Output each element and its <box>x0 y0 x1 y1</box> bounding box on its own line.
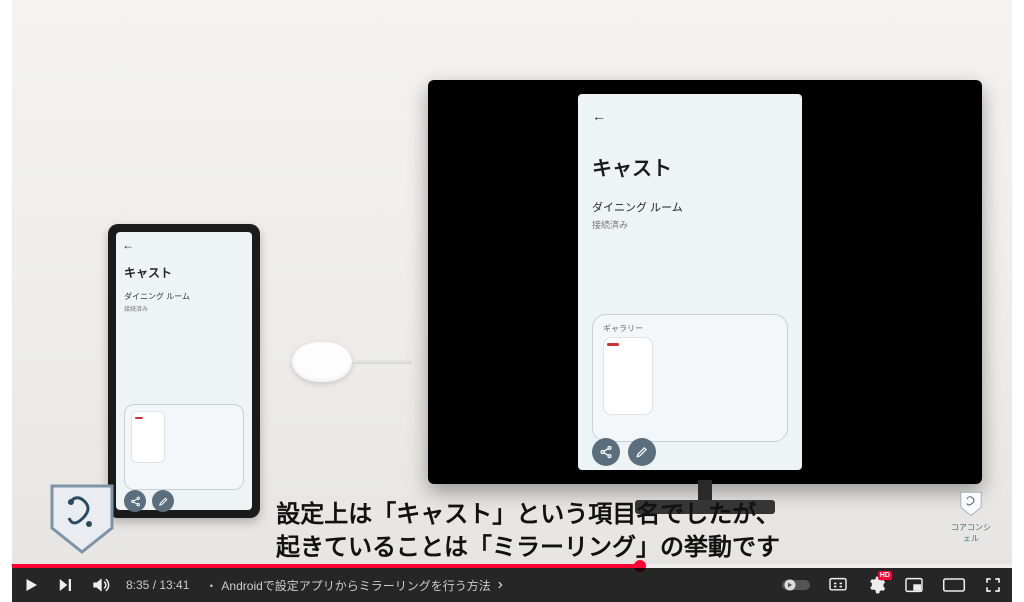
chapter-title: Androidで設定アプリからミラーリングを行う方法 <box>221 577 490 594</box>
tv-preview-card: ギャラリー <box>592 314 788 442</box>
caption-line-1: 設定上は「キャスト」という項目名でしたが、 <box>134 499 922 531</box>
brand-label: コアコンシェル <box>948 522 994 544</box>
tv-device-name: ダイニング ルーム <box>592 199 788 215</box>
video-player: ← キャスト ダイニング ルーム 接続済み <box>0 0 1024 602</box>
duration: 13:41 <box>159 578 189 592</box>
edit-icon <box>628 438 656 466</box>
brand-badge-right-icon <box>956 490 986 520</box>
volume-button[interactable] <box>90 575 110 595</box>
share-icon <box>592 438 620 466</box>
current-time: 8:35 <box>126 578 149 592</box>
settings-button[interactable]: HD <box>866 575 886 595</box>
tv-monitor: ← キャスト ダイニング ルーム 接続済み ギャラリー <box>428 80 982 484</box>
play-button[interactable] <box>22 576 40 594</box>
video-frame[interactable]: ← キャスト ダイニング ルーム 接続済み <box>12 0 1012 568</box>
tv-status: 接続済み <box>592 218 788 231</box>
phone-status: 接続済み <box>124 304 244 313</box>
player-controls: 8:35 / 13:41 ・ Androidで設定アプリからミラーリングを行う方… <box>12 568 1012 602</box>
back-arrow-icon: ← <box>592 108 788 124</box>
phone-screen: ← キャスト ダイニング ルーム 接続済み <box>116 232 252 510</box>
time-display: 8:35 / 13:41 <box>126 578 189 592</box>
hd-badge: HD <box>878 571 892 580</box>
miniplayer-button[interactable] <box>904 577 924 593</box>
brand-badge-right: コアコンシェル <box>948 490 994 544</box>
tv-card-label: ギャラリー <box>603 323 643 334</box>
tv-cast-title: キャスト <box>592 152 788 181</box>
theater-button[interactable] <box>942 577 966 593</box>
brand-badge-left-icon <box>46 478 118 558</box>
chapter-button[interactable]: ・ Androidで設定アプリからミラーリングを行う方法 <box>205 577 504 594</box>
chevron-right-icon <box>495 580 505 590</box>
phone-device-name: ダイニング ルーム <box>124 291 244 302</box>
subtitle-caption: 設定上は「キャスト」という項目名でしたが、 起きていることは「ミラーリング」の挙… <box>124 493 932 566</box>
captions-button[interactable] <box>828 577 848 593</box>
fullscreen-button[interactable] <box>984 576 1002 594</box>
phone-cast-title: キャスト <box>124 264 244 281</box>
caption-line-2: 起きていることは「ミラーリング」の挙動です <box>134 532 922 564</box>
phone-mockup: ← キャスト ダイニング ルーム 接続済み <box>108 224 260 518</box>
autoplay-toggle[interactable] <box>782 578 810 592</box>
back-arrow-icon: ← <box>122 238 134 252</box>
phone-preview-card <box>124 404 244 490</box>
tv-mirrored-screen: ← キャスト ダイニング ルーム 接続済み ギャラリー <box>578 94 802 470</box>
next-button[interactable] <box>56 576 74 594</box>
chromecast-dongle <box>292 342 352 382</box>
